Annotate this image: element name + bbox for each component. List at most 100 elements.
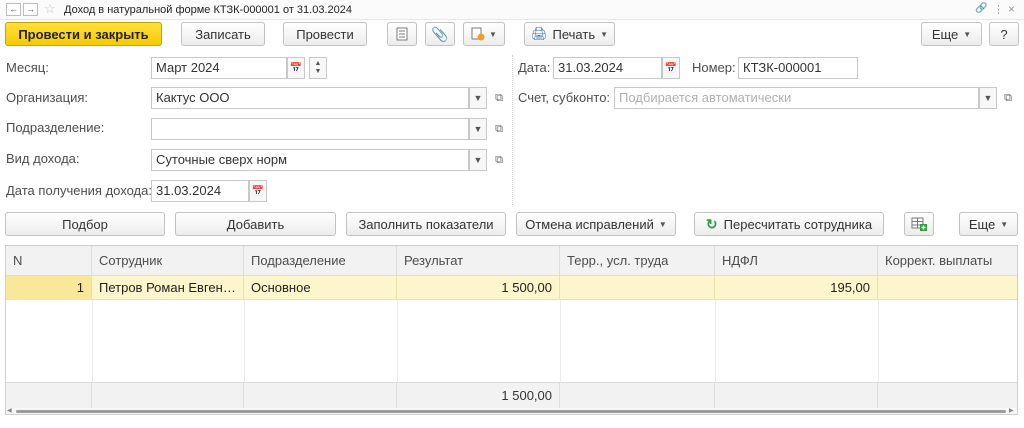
column-line (560, 300, 561, 382)
cancel-corrections-label: Отмена исправлений (525, 216, 654, 232)
fill-indicators-button[interactable]: Заполнить показатели (346, 212, 506, 236)
header-result[interactable]: Результат (397, 246, 560, 276)
department-open-button[interactable]: ⧉ (490, 118, 508, 140)
column-line (397, 300, 398, 382)
header-n[interactable]: N (6, 246, 92, 276)
header-employee[interactable]: Сотрудник (92, 246, 244, 276)
income-type-open-button[interactable]: ⧉ (490, 149, 508, 171)
create-based-on-button[interactable]: ▼ (463, 22, 505, 46)
cell-territory[interactable] (560, 276, 715, 300)
cancel-corrections-button[interactable]: Отмена исправлений ▼ (516, 212, 676, 236)
footer-cell (878, 383, 1017, 409)
table-more-button[interactable]: Еще ▼ (959, 212, 1018, 236)
back-arrow-icon[interactable]: ← (6, 3, 21, 16)
chevron-down-icon: ▼ (983, 93, 993, 103)
organization-dropdown-button[interactable]: ▼ (469, 87, 487, 109)
printer-icon: 🖨 (530, 26, 548, 41)
footer-cell (6, 383, 92, 409)
open-icon: ⧉ (1004, 91, 1012, 104)
create-based-on-icon (471, 27, 485, 41)
stepper-up-icon: ▲ (314, 60, 322, 67)
document-list-icon (396, 27, 408, 41)
post-button[interactable]: Провести (283, 22, 367, 46)
account-field[interactable]: Подбирается автоматически (614, 87, 979, 109)
account-dropdown-button[interactable]: ▼ (979, 87, 997, 109)
print-button[interactable]: 🖨 Печать ▼ (524, 22, 615, 46)
table-row[interactable]: 1 Петров Роман Евгеньевич Основное 1 500… (6, 276, 1017, 300)
number-field[interactable]: КТЗК-000001 (738, 57, 858, 79)
print-label: Печать (552, 26, 596, 42)
column-line (878, 300, 879, 382)
cell-ndfl[interactable]: 195,00 (715, 276, 878, 300)
recalculate-employee-label: Пересчитать сотрудника (723, 216, 873, 232)
header-department[interactable]: Подразделение (244, 246, 397, 276)
select-button[interactable]: Подбор (5, 212, 165, 236)
organization-field[interactable]: Кактус ООО (151, 87, 469, 109)
link-icon[interactable]: 🔗 (975, 3, 987, 14)
calendar-button[interactable]: 📅 (287, 57, 305, 79)
footer-result-total: 1 500,00 (397, 383, 560, 409)
chevron-down-icon: ▼ (473, 93, 483, 103)
cell-employee[interactable]: Петров Роман Евгеньевич (92, 276, 244, 300)
forward-arrow-icon[interactable]: → (23, 3, 38, 16)
month-stepper[interactable]: ▲ ▼ (309, 57, 327, 79)
more-label: Еще (931, 26, 959, 42)
recalculate-employee-button[interactable]: ↻ Пересчитать сотрудника (694, 212, 884, 236)
department-dropdown-button[interactable]: ▼ (469, 118, 487, 140)
number-label: Номер: (692, 60, 736, 75)
add-table-button[interactable] (904, 212, 934, 236)
header-ndfl[interactable]: НДФЛ (715, 246, 878, 276)
chevron-down-icon: ▼ (658, 219, 667, 229)
footer-cell (244, 383, 397, 409)
horizontal-scrollbar[interactable]: ◀ ▶ (6, 408, 1017, 414)
add-button[interactable]: Добавить (175, 212, 336, 236)
more-vertical-icon[interactable]: ⋮ (993, 3, 1004, 16)
more-button[interactable]: Еще ▼ (921, 22, 982, 46)
scrollbar-thumb[interactable] (16, 410, 1006, 413)
table-footer: 1 500,00 (6, 382, 1017, 409)
header-territory[interactable]: Терр., усл. труда (560, 246, 715, 276)
table-header: N Сотрудник Подразделение Результат Терр… (6, 246, 1017, 276)
table-more-label: Еще (968, 216, 996, 232)
cell-result[interactable]: 1 500,00 (397, 276, 560, 300)
calendar-icon: 📅 (664, 62, 678, 74)
help-button[interactable]: ? (989, 22, 1019, 46)
department-field[interactable] (151, 118, 469, 140)
footer-cell (92, 383, 244, 409)
window-title-bar: ← → ☆ Доход в натуральной форме КТЗК-000… (0, 0, 1024, 20)
save-button[interactable]: Записать (181, 22, 265, 46)
column-line (244, 300, 245, 382)
paperclip-icon: 📎 (431, 25, 449, 42)
date-calendar-button[interactable]: 📅 (662, 57, 680, 79)
scroll-right-icon[interactable]: ▶ (1009, 408, 1014, 414)
open-icon: ⧉ (495, 122, 503, 135)
cell-department[interactable]: Основное (244, 276, 397, 300)
income-type-dropdown-button[interactable]: ▼ (469, 149, 487, 171)
header-correction[interactable]: Коррект. выплаты (878, 246, 1017, 276)
table-add-icon (911, 217, 927, 231)
attachment-button[interactable]: 📎 (425, 22, 455, 46)
organization-open-button[interactable]: ⧉ (490, 87, 508, 109)
department-label: Подразделение: (6, 120, 105, 135)
post-and-close-button[interactable]: Провести и закрыть (5, 22, 162, 46)
cell-n[interactable]: 1 (6, 276, 92, 300)
stepper-down-icon: ▼ (314, 68, 322, 75)
date-field[interactable]: 31.03.2024 (553, 57, 662, 79)
date-label: Дата: (518, 60, 551, 75)
employees-table[interactable]: N Сотрудник Подразделение Результат Терр… (5, 245, 1018, 415)
calendar-icon: 📅 (251, 185, 265, 197)
footer-cell (560, 383, 715, 409)
income-type-field[interactable]: Суточные сверх норм (151, 149, 469, 171)
income-date-field[interactable]: 31.03.2024 (151, 180, 249, 202)
month-field[interactable]: Март 2024 (151, 57, 287, 79)
document-list-button[interactable] (387, 22, 417, 46)
income-date-calendar-button[interactable]: 📅 (249, 180, 267, 202)
cell-correction[interactable] (878, 276, 1017, 300)
favorite-star-icon[interactable]: ☆ (44, 1, 56, 17)
window-title: Доход в натуральной форме КТЗК-000001 от… (64, 4, 352, 16)
income-type-label: Вид дохода: (6, 151, 80, 166)
account-open-button[interactable]: ⧉ (999, 87, 1017, 109)
chevron-down-icon: ▼ (963, 29, 972, 39)
close-icon[interactable]: × (1008, 2, 1015, 16)
scroll-left-icon[interactable]: ◀ (7, 408, 12, 414)
